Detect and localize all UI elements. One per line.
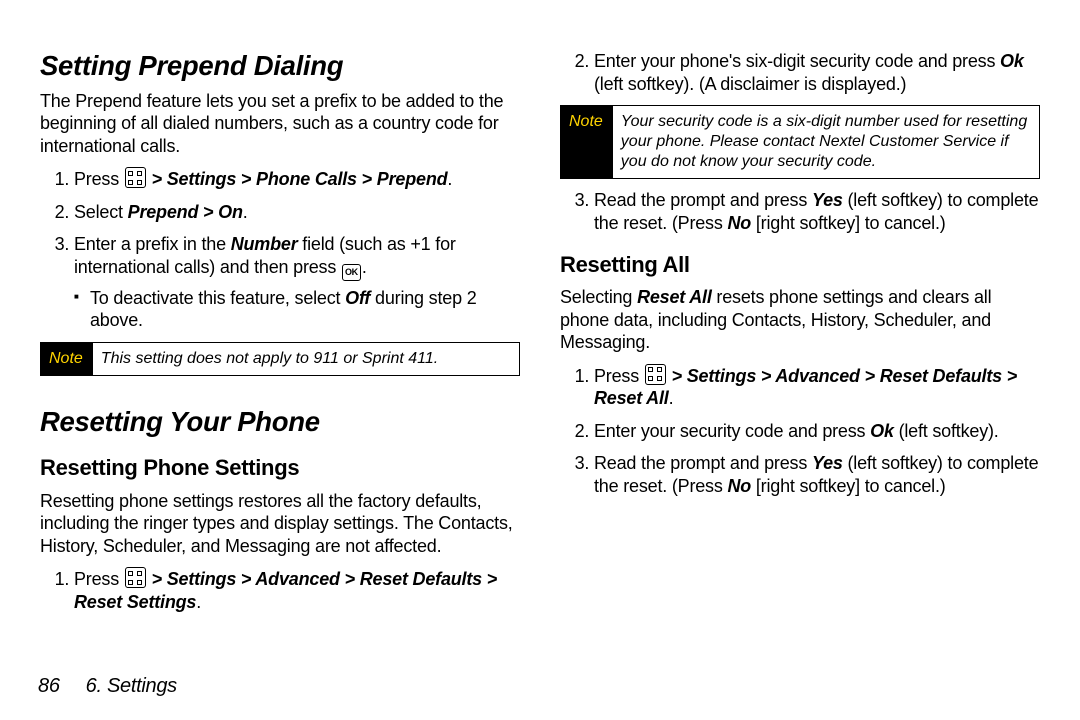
substep: To deactivate this feature, select Off d…	[74, 287, 520, 332]
prepend-intro: The Prepend feature lets you set a prefi…	[40, 90, 520, 158]
subheading-reset-settings: Resetting Phone Settings	[40, 455, 520, 481]
step-1: Press > Settings > Phone Calls > Prepend…	[74, 167, 520, 191]
page-footer: 86 6. Settings	[38, 675, 177, 698]
step-2: Enter your phone's six-digit security co…	[594, 50, 1040, 95]
step-3: Read the prompt and press Yes (left soft…	[594, 189, 1040, 234]
reset-settings-steps-cont2: Read the prompt and press Yes (left soft…	[560, 189, 1040, 234]
note-box: Note Your security code is a six-digit n…	[560, 105, 1040, 179]
reset-settings-steps: Press > Settings > Advanced > Reset Defa…	[40, 567, 520, 613]
note-body: Your security code is a six-digit number…	[613, 106, 1039, 178]
heading-resetting: Resetting Your Phone	[40, 406, 520, 438]
chapter-label: 6. Settings	[86, 675, 177, 697]
ok-key-icon: OK	[342, 264, 361, 281]
step-3: Enter a prefix in the Number field (such…	[74, 233, 520, 332]
heading-prepend: Setting Prepend Dialing	[40, 50, 520, 82]
step-1: Press > Settings > Advanced > Reset Defa…	[594, 364, 1040, 410]
step-1: Press > Settings > Advanced > Reset Defa…	[74, 567, 520, 613]
page: Setting Prepend Dialing The Prepend feat…	[0, 0, 1080, 720]
note-body: This setting does not apply to 911 or Sp…	[93, 343, 519, 375]
subheading-reset-all: Resetting All	[560, 252, 1040, 278]
menu-key-icon	[125, 167, 146, 188]
reset-all-steps: Press > Settings > Advanced > Reset Defa…	[560, 364, 1040, 498]
step-3: Read the prompt and press Yes (left soft…	[594, 452, 1040, 497]
reset-all-intro: Selecting Reset All resets phone setting…	[560, 286, 1040, 354]
note-box: Note This setting does not apply to 911 …	[40, 342, 520, 376]
step-2: Select Prepend > On.	[74, 201, 520, 224]
note-tag: Note	[561, 106, 613, 178]
nav-path: Prepend > On	[128, 202, 243, 222]
page-number: 86	[38, 675, 60, 697]
reset-settings-intro: Resetting phone settings restores all th…	[40, 490, 520, 558]
prepend-steps: Press > Settings > Phone Calls > Prepend…	[40, 167, 520, 332]
menu-key-icon	[645, 364, 666, 385]
note-tag: Note	[41, 343, 93, 375]
reset-settings-steps-cont: Enter your phone's six-digit security co…	[560, 50, 1040, 95]
nav-path: > Settings > Phone Calls > Prepend	[147, 169, 448, 189]
step-2: Enter your security code and press Ok (l…	[594, 420, 1040, 443]
menu-key-icon	[125, 567, 146, 588]
substep-list: To deactivate this feature, select Off d…	[74, 287, 520, 332]
